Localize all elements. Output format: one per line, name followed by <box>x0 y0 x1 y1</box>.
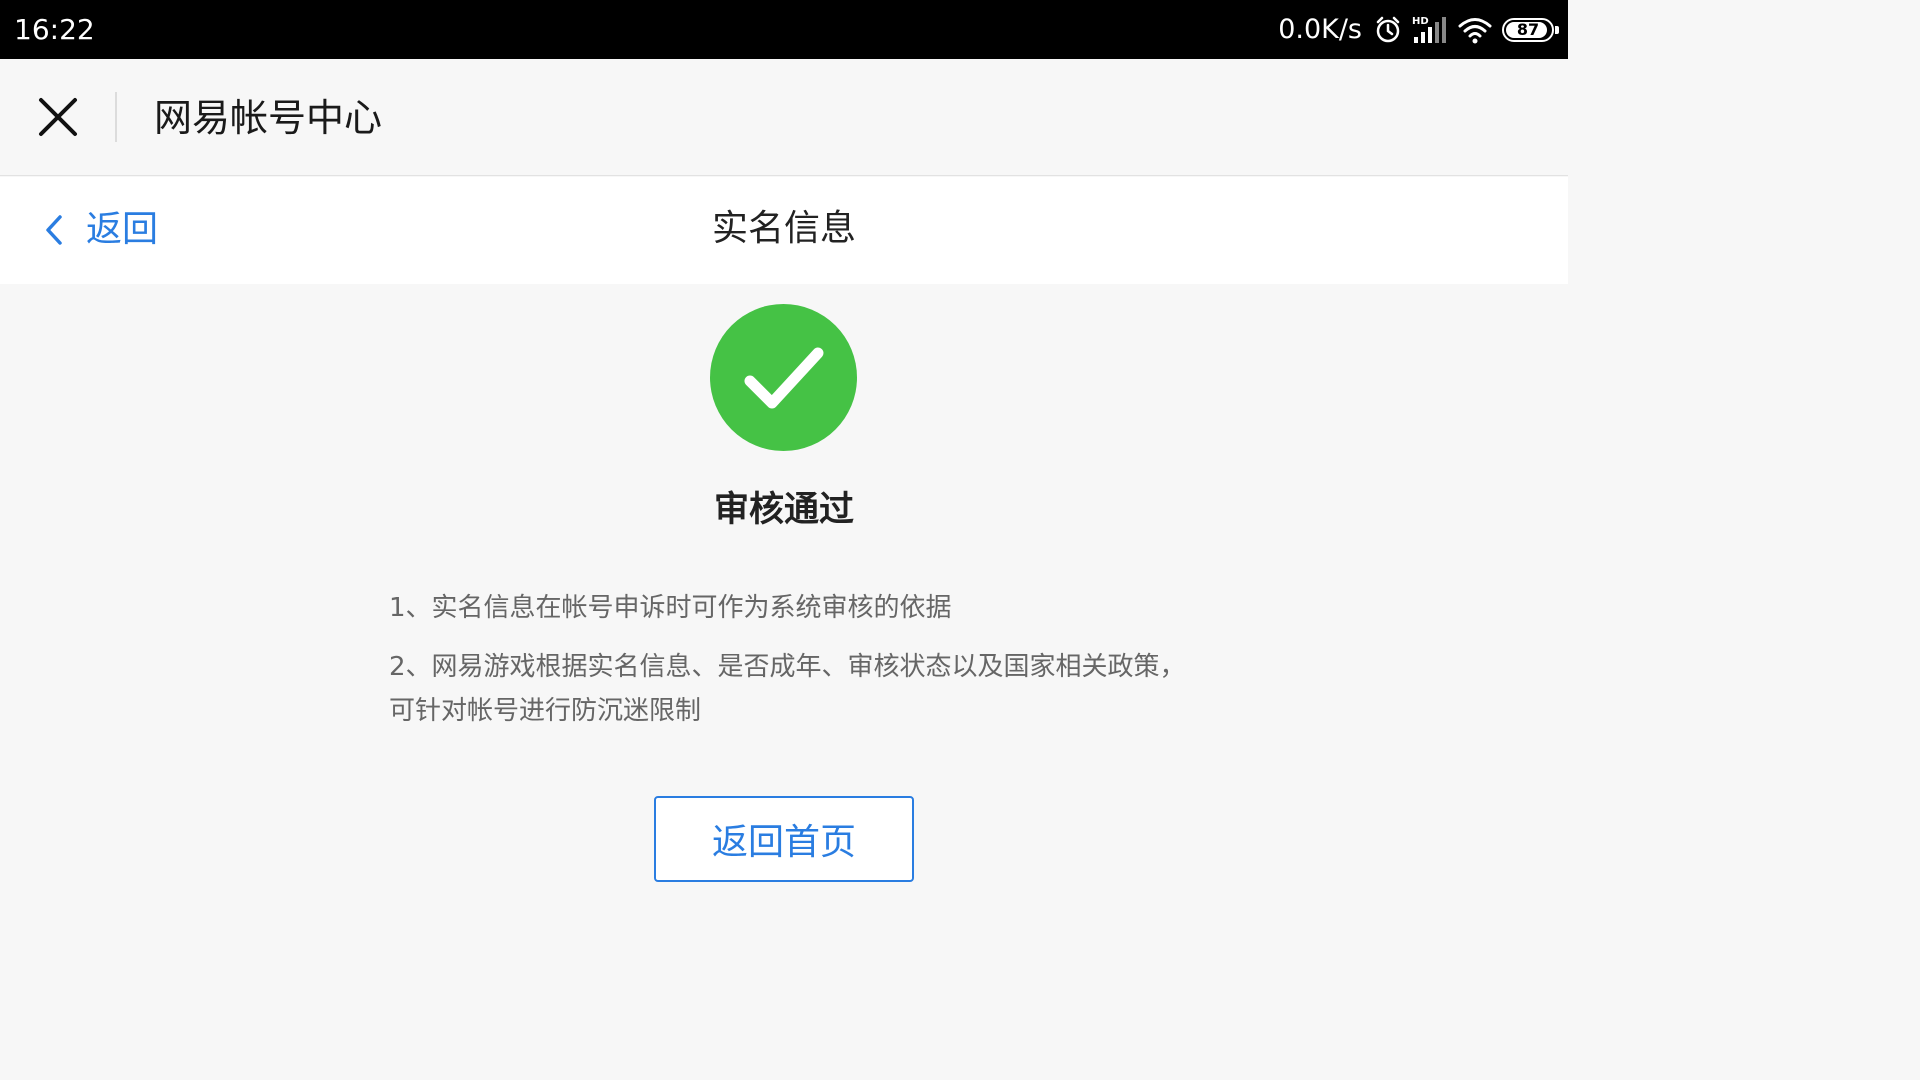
check-circle-icon <box>710 304 857 451</box>
header-divider <box>115 92 117 142</box>
webview-header: 网易帐号中心 <box>0 59 1568 176</box>
note-item: 1、实名信息在帐号申诉时可作为系统审核的依据 <box>389 593 952 623</box>
alarm-icon <box>1374 16 1402 44</box>
page-title: 实名信息 <box>711 208 856 249</box>
net-speed: 0.0K/s <box>1278 14 1362 45</box>
hd-signal-icon: HD <box>1412 15 1448 45</box>
battery-level: 87 <box>1516 20 1540 39</box>
page-nav-bar: 返回 实名信息 <box>0 177 1568 284</box>
review-status-text: 审核通过 <box>713 490 854 530</box>
close-button[interactable] <box>30 89 86 145</box>
return-home-button[interactable]: 返回首页 <box>654 796 914 882</box>
battery-icon: 87 <box>1502 18 1559 42</box>
wifi-icon <box>1458 16 1492 44</box>
status-bar: 16:22 0.0K/s HD 87 <box>0 0 1568 59</box>
close-icon <box>39 98 77 136</box>
notes-list: 1、实名信息在帐号申诉时可作为系统审核的依据 2、网易游戏根据实名信息、是否成年… <box>389 586 1189 748</box>
note-item: 2、网易游戏根据实名信息、是否成年、审核状态以及国家相关政策，可针对帐号进行防沉… <box>389 652 1186 726</box>
status-icons: 0.0K/s HD 87 <box>1278 12 1559 48</box>
status-time: 16:22 <box>14 13 95 46</box>
webview-title: 网易帐号中心 <box>154 96 383 140</box>
svg-text:HD: HD <box>1412 16 1429 27</box>
